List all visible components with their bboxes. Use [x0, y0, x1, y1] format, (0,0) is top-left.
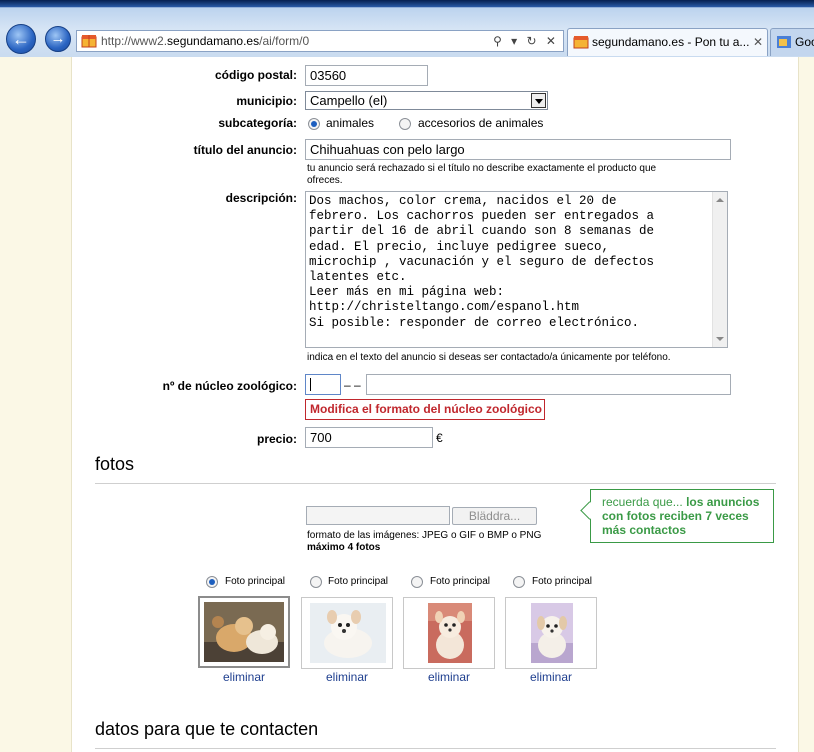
tab-label: Goo: [795, 35, 814, 49]
format-hint: formato de las imágenes: JPEG o GIF o BM…: [307, 530, 542, 541]
url-domain: segundamano.es: [167, 34, 260, 48]
google-favicon-icon: [777, 36, 791, 48]
tip-bold-2: con fotos reciben 7 veces: [602, 509, 749, 523]
puppy-photo-3: [428, 603, 472, 663]
url-prefix: http://www2.: [101, 34, 168, 48]
file-path-input[interactable]: [306, 506, 450, 525]
nucleo-label: nº de núcleo zoológico:: [162, 379, 297, 393]
puppy-photo-2: [310, 603, 386, 663]
tip-bold-1: los anuncios: [686, 495, 760, 509]
principal-radio-3[interactable]: [411, 576, 423, 588]
page-content: código postal: 03560 municipio: Campello…: [0, 57, 814, 752]
titulo-hint-1: tu anuncio será rechazado si el título n…: [307, 163, 657, 174]
subcategoria-label: subcategoría:: [218, 116, 297, 130]
nucleo-input-1[interactable]: [305, 374, 341, 395]
municipio-label: municipio:: [236, 94, 297, 108]
radio-accesorios-label: accesorios de animales: [418, 116, 544, 130]
postal-label: código postal:: [215, 68, 297, 82]
left-margin: [0, 57, 72, 752]
divider: [95, 748, 776, 749]
scroll-up-icon[interactable]: [716, 198, 724, 202]
titulo-label: título del anuncio:: [193, 143, 297, 157]
tab-label: segundamano.es - Pon tu a...: [592, 35, 750, 49]
address-bar[interactable]: http://www2.segundamano.es/ai/form/0 ⚲ ▾…: [76, 30, 564, 52]
principal-radio-2[interactable]: [310, 576, 322, 588]
radio-animales-label: animales: [326, 116, 375, 130]
principal-radio-4[interactable]: [513, 576, 525, 588]
delete-link-4[interactable]: eliminar: [505, 670, 597, 684]
descripcion-text: Dos machos, color crema, nacidos el 20 d…: [309, 194, 655, 330]
browse-button[interactable]: Bläddra...: [452, 507, 537, 525]
thumbnail-1[interactable]: [198, 596, 290, 668]
tab-segundamano[interactable]: segundamano.es - Pon tu a... ✕: [567, 28, 768, 56]
radio-animales[interactable]: [308, 118, 320, 130]
tip-bold-3: más contactos: [602, 523, 687, 537]
forward-arrow-icon: →: [50, 30, 66, 47]
principal-label-2: Foto principal: [328, 576, 389, 587]
titulo-input[interactable]: Chihuahuas con pelo largo: [305, 139, 731, 160]
nucleo-error: Modifica el formato del núcleo zoológico: [305, 399, 545, 420]
currency-symbol: €: [436, 431, 443, 445]
delete-link-3[interactable]: eliminar: [403, 670, 495, 684]
right-margin: [798, 57, 814, 752]
delete-link-2[interactable]: eliminar: [301, 670, 393, 684]
delete-link-1[interactable]: eliminar: [198, 670, 290, 684]
address-controls[interactable]: ⚲ ▾ ↻ ✕: [493, 31, 559, 51]
fotos-heading: fotos: [95, 454, 135, 474]
site-favicon-icon: [81, 35, 97, 48]
postal-input[interactable]: 03560: [305, 65, 428, 86]
max-photos-hint: máximo 4 fotos: [307, 542, 381, 553]
text-cursor: [310, 378, 311, 391]
radio-accesorios[interactable]: [399, 118, 411, 130]
principal-label-1: Foto principal: [225, 576, 286, 587]
principal-radio-1[interactable]: [206, 576, 218, 588]
tab-close-icon[interactable]: ✕: [753, 29, 763, 55]
title-strip: [0, 0, 814, 7]
url-path: /ai/form/0: [259, 34, 310, 48]
titulo-hint-2: ofreces.: [307, 175, 343, 186]
thumbnail-2[interactable]: [301, 597, 393, 669]
precio-input[interactable]: 700: [305, 427, 433, 448]
back-button[interactable]: ←: [6, 24, 36, 54]
descripcion-hint: indica en el texto del anuncio si deseas…: [307, 352, 671, 363]
photos-tip: recuerda que... los anuncios con fotos r…: [590, 489, 774, 543]
thumbnail-3[interactable]: [403, 597, 495, 669]
scroll-down-icon[interactable]: [716, 337, 724, 341]
forward-button[interactable]: →: [45, 26, 71, 52]
textarea-scrollbar[interactable]: [712, 192, 727, 347]
municipio-select[interactable]: Campello (el): [305, 91, 548, 110]
descripcion-label: descripción:: [225, 191, 297, 205]
tip-prefix: recuerda que...: [602, 495, 687, 509]
descripcion-textarea[interactable]: Dos machos, color crema, nacidos el 20 d…: [305, 191, 728, 348]
contact-heading: datos para que te contacten: [95, 719, 319, 739]
chevron-down-icon[interactable]: [531, 93, 546, 108]
thumbnail-4[interactable]: [505, 597, 597, 669]
principal-label-4: Foto principal: [532, 576, 593, 587]
precio-label: precio:: [256, 432, 297, 446]
nucleo-input-2[interactable]: [366, 374, 731, 395]
municipio-value: Campello (el): [310, 93, 388, 108]
nucleo-separator: – –: [344, 378, 361, 392]
tab-favicon-icon: [573, 36, 589, 49]
principal-label-3: Foto principal: [430, 576, 491, 587]
puppy-photo-1: [204, 602, 284, 662]
back-arrow-icon: ←: [12, 29, 30, 49]
browser-chrome: ← → http://www2.segundamano.es/ai/form/0…: [0, 0, 814, 57]
tab-google[interactable]: Goo: [770, 28, 814, 56]
puppy-photo-4: [531, 603, 573, 663]
divider: [95, 483, 776, 484]
address-url: http://www2.segundamano.es/ai/form/0: [101, 31, 309, 51]
